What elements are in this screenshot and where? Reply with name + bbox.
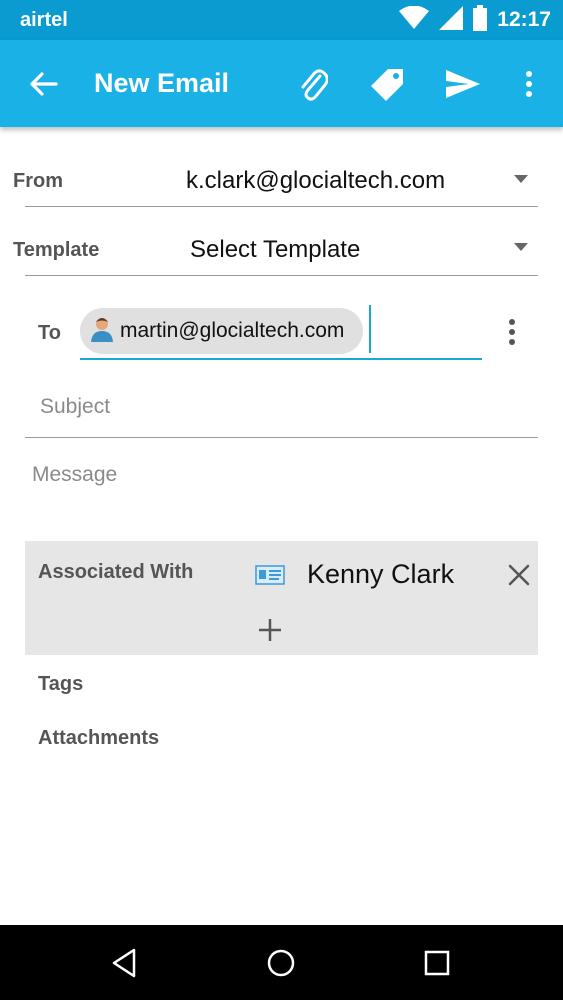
attachments-label[interactable]: Attachments (38, 727, 159, 750)
page-title: New Email (94, 68, 230, 98)
from-value[interactable]: k.clark@glocialtech.com (186, 167, 445, 195)
template-label: Template (13, 239, 100, 261)
to-input-underline[interactable] (80, 358, 482, 360)
divider (25, 437, 538, 438)
from-label: From (13, 170, 63, 192)
divider (25, 206, 538, 207)
recents-square-icon[interactable] (413, 939, 461, 987)
divider (25, 275, 538, 276)
associated-with-label: Associated With (38, 561, 194, 583)
chevron-down-icon[interactable] (514, 175, 528, 183)
recipient-chip[interactable]: martin@glocialtech.com (80, 308, 363, 354)
remove-icon[interactable] (508, 564, 530, 591)
tag-icon[interactable] (366, 62, 410, 106)
signal-icon (439, 5, 464, 35)
text-cursor (369, 305, 371, 353)
to-label: To (38, 322, 61, 344)
back-triangle-icon[interactable] (100, 939, 148, 987)
clock: 12:17 (497, 8, 551, 31)
paperclip-icon[interactable] (291, 62, 335, 106)
status-bar: airtel 12:17 (0, 0, 563, 40)
associated-with-panel: Associated With Kenny Clark (25, 541, 538, 655)
message-input[interactable]: Message (32, 463, 117, 487)
avatar (90, 316, 114, 347)
add-icon[interactable] (258, 618, 282, 647)
navigation-bar (0, 925, 563, 1000)
contact-card-icon (255, 565, 285, 590)
send-icon[interactable] (441, 62, 485, 106)
overflow-menu-icon[interactable] (507, 62, 551, 106)
app-bar: New Email (0, 40, 563, 127)
chevron-down-icon[interactable] (514, 243, 528, 251)
tags-label[interactable]: Tags (38, 673, 83, 696)
recipient-options-icon[interactable] (508, 318, 516, 351)
associated-contact-name[interactable]: Kenny Clark (307, 559, 454, 590)
template-select[interactable]: Select Template (190, 236, 360, 264)
recipient-email: martin@glocialtech.com (120, 319, 345, 342)
home-circle-icon[interactable] (257, 939, 305, 987)
wifi-icon (399, 5, 430, 35)
back-arrow-icon[interactable] (22, 62, 66, 106)
subject-input[interactable]: Subject (40, 395, 110, 419)
battery-icon (473, 4, 488, 36)
carrier-name: airtel (20, 9, 68, 31)
